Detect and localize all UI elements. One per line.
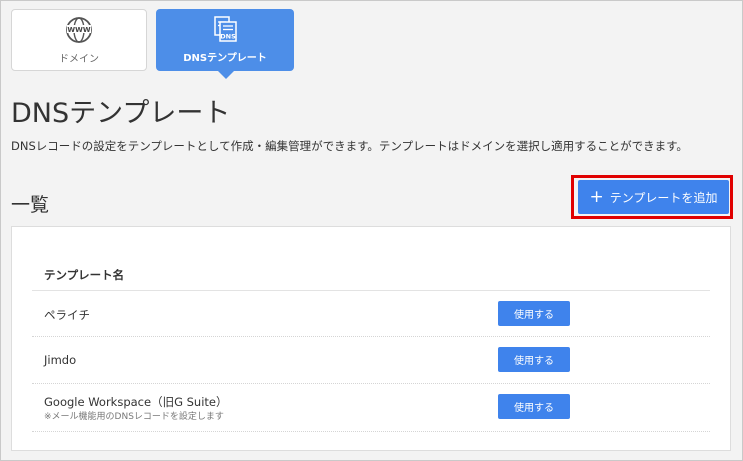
column-header-template-name: テンプレート名	[44, 268, 125, 282]
tab-domain-label: ドメイン	[59, 54, 99, 65]
plus-icon: +	[589, 186, 604, 207]
row-divider	[32, 336, 710, 337]
template-list-panel: テンプレート名 ペライチ 使用する Jimdo 使用する Google Work…	[11, 226, 731, 451]
use-template-button[interactable]: 使用する	[498, 301, 570, 326]
section-title: 一覧	[11, 194, 50, 216]
www-icon-text: WWW	[67, 26, 90, 34]
template-name: Jimdo	[44, 353, 77, 367]
tab-dns-template[interactable]: DNS DNSテンプレート	[156, 9, 294, 79]
www-globe-icon: WWW	[66, 17, 92, 43]
dns-document-icon: DNS	[214, 16, 237, 42]
use-template-button[interactable]: 使用する	[498, 347, 570, 372]
template-note: ※メール機能用のDNSレコードを設定します	[44, 412, 224, 422]
add-template-label: テンプレートを追加	[609, 190, 718, 205]
tab-dns-label: DNSテンプレート	[183, 53, 267, 64]
template-name: ペライチ	[44, 308, 90, 322]
page-title: DNSテンプレート	[11, 98, 231, 129]
tab-domain[interactable]: WWW ドメイン	[11, 9, 147, 71]
page-description: DNSレコードの設定をテンプレートとして作成・編集管理ができます。テンプレートは…	[11, 139, 688, 153]
header-divider	[32, 290, 710, 291]
template-name: Google Workspace（旧G Suite）	[44, 395, 228, 409]
row-divider	[32, 383, 710, 384]
dns-icon-text: DNS	[220, 33, 236, 41]
row-divider	[32, 431, 710, 432]
add-template-button[interactable]: + テンプレートを追加	[578, 180, 729, 214]
use-template-button[interactable]: 使用する	[498, 394, 570, 419]
